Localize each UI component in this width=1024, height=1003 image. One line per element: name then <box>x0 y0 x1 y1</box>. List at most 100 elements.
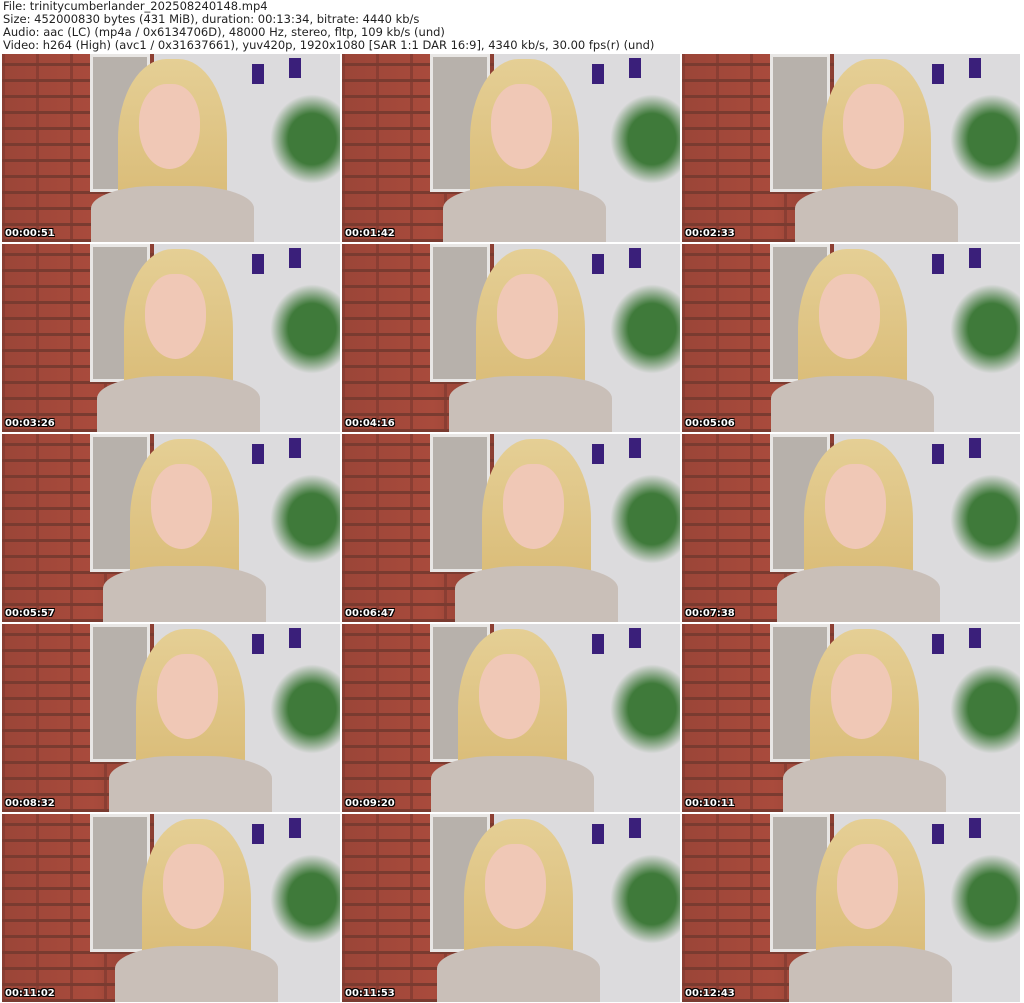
poster <box>592 254 605 274</box>
person-face <box>836 844 898 929</box>
person-face <box>478 654 540 739</box>
person-body <box>103 565 266 622</box>
person-body <box>109 755 272 812</box>
poster <box>592 444 605 464</box>
video-thumbnail: 00:05:06 <box>682 244 1020 432</box>
file-info-header: File: trinitycumberlander_202508240148.m… <box>3 0 654 52</box>
poster <box>252 634 265 654</box>
plant <box>270 94 340 184</box>
poster <box>252 444 265 464</box>
poster <box>289 818 302 838</box>
person-face <box>150 464 212 549</box>
poster <box>969 628 982 648</box>
person-face <box>496 274 558 359</box>
video-thumbnail: 00:04:16 <box>342 244 680 432</box>
poster <box>969 248 982 268</box>
timestamp: 00:07:38 <box>685 608 735 619</box>
plant <box>610 474 680 564</box>
poster <box>932 824 945 844</box>
poster <box>629 628 642 648</box>
plant <box>950 284 1020 374</box>
thumbnail-grid: 00:00:51 00:01:42 00:02:33 00:03:26 00:04:16… <box>2 54 1020 1002</box>
person-face <box>502 464 564 549</box>
person-body <box>437 945 600 1002</box>
video-thumbnail: 00:12:43 <box>682 814 1020 1002</box>
poster <box>969 818 982 838</box>
poster <box>932 64 945 84</box>
poster <box>969 58 982 78</box>
poster <box>592 634 605 654</box>
person-face <box>830 654 892 739</box>
plant <box>950 474 1020 564</box>
timestamp: 00:05:06 <box>685 418 735 429</box>
poster <box>252 254 265 274</box>
timestamp: 00:00:51 <box>5 228 55 239</box>
poster <box>289 58 302 78</box>
person-body <box>777 565 940 622</box>
person-face <box>490 84 552 169</box>
timestamp: 00:05:57 <box>5 608 55 619</box>
person-body <box>771 375 934 432</box>
timestamp: 00:08:32 <box>5 798 55 809</box>
timestamp: 00:10:11 <box>685 798 735 809</box>
plant <box>610 664 680 754</box>
plant <box>610 284 680 374</box>
person-body <box>115 945 278 1002</box>
video-info: Video: h264 (High) (avc1 / 0x31637661), … <box>3 38 655 52</box>
plant <box>270 284 340 374</box>
video-thumbnail: 00:08:32 <box>2 624 340 812</box>
poster <box>629 248 642 268</box>
timestamp: 00:12:43 <box>685 988 735 999</box>
poster <box>629 818 642 838</box>
person-face <box>138 84 200 169</box>
poster <box>289 248 302 268</box>
plant <box>270 474 340 564</box>
video-thumbnail: 00:10:11 <box>682 624 1020 812</box>
person-face <box>162 844 224 929</box>
person-body <box>443 185 606 242</box>
poster <box>592 824 605 844</box>
timestamp: 00:04:16 <box>345 418 395 429</box>
person-body <box>795 185 958 242</box>
person-body <box>783 755 946 812</box>
person-body <box>449 375 612 432</box>
timestamp: 00:02:33 <box>685 228 735 239</box>
plant <box>610 94 680 184</box>
timestamp: 00:03:26 <box>5 418 55 429</box>
mirror <box>769 54 830 192</box>
timestamp: 00:11:53 <box>345 988 395 999</box>
poster <box>289 438 302 458</box>
poster <box>289 628 302 648</box>
person-face <box>156 654 218 739</box>
video-thumbnail: 00:05:57 <box>2 434 340 622</box>
person-body <box>91 185 254 242</box>
video-thumbnail: 00:03:26 <box>2 244 340 432</box>
video-thumbnail: 00:11:53 <box>342 814 680 1002</box>
poster <box>252 64 265 84</box>
video-thumbnail: 00:01:42 <box>342 54 680 242</box>
mirror <box>89 814 150 952</box>
timestamp: 00:01:42 <box>345 228 395 239</box>
plant <box>270 664 340 754</box>
video-thumbnail: 00:07:38 <box>682 434 1020 622</box>
person-body <box>97 375 260 432</box>
timestamp: 00:09:20 <box>345 798 395 809</box>
poster <box>629 438 642 458</box>
person-face <box>484 844 546 929</box>
person-body <box>789 945 952 1002</box>
plant <box>950 94 1020 184</box>
person-face <box>824 464 886 549</box>
video-thumbnail: 00:02:33 <box>682 54 1020 242</box>
poster <box>252 824 265 844</box>
timestamp: 00:11:02 <box>5 988 55 999</box>
person-face <box>842 84 904 169</box>
person-face <box>818 274 880 359</box>
plant <box>950 664 1020 754</box>
video-thumbnail: 00:09:20 <box>342 624 680 812</box>
video-thumbnail: 00:06:47 <box>342 434 680 622</box>
poster <box>629 58 642 78</box>
poster <box>932 634 945 654</box>
poster <box>592 64 605 84</box>
video-thumbnail: 00:11:02 <box>2 814 340 1002</box>
timestamp: 00:06:47 <box>345 608 395 619</box>
